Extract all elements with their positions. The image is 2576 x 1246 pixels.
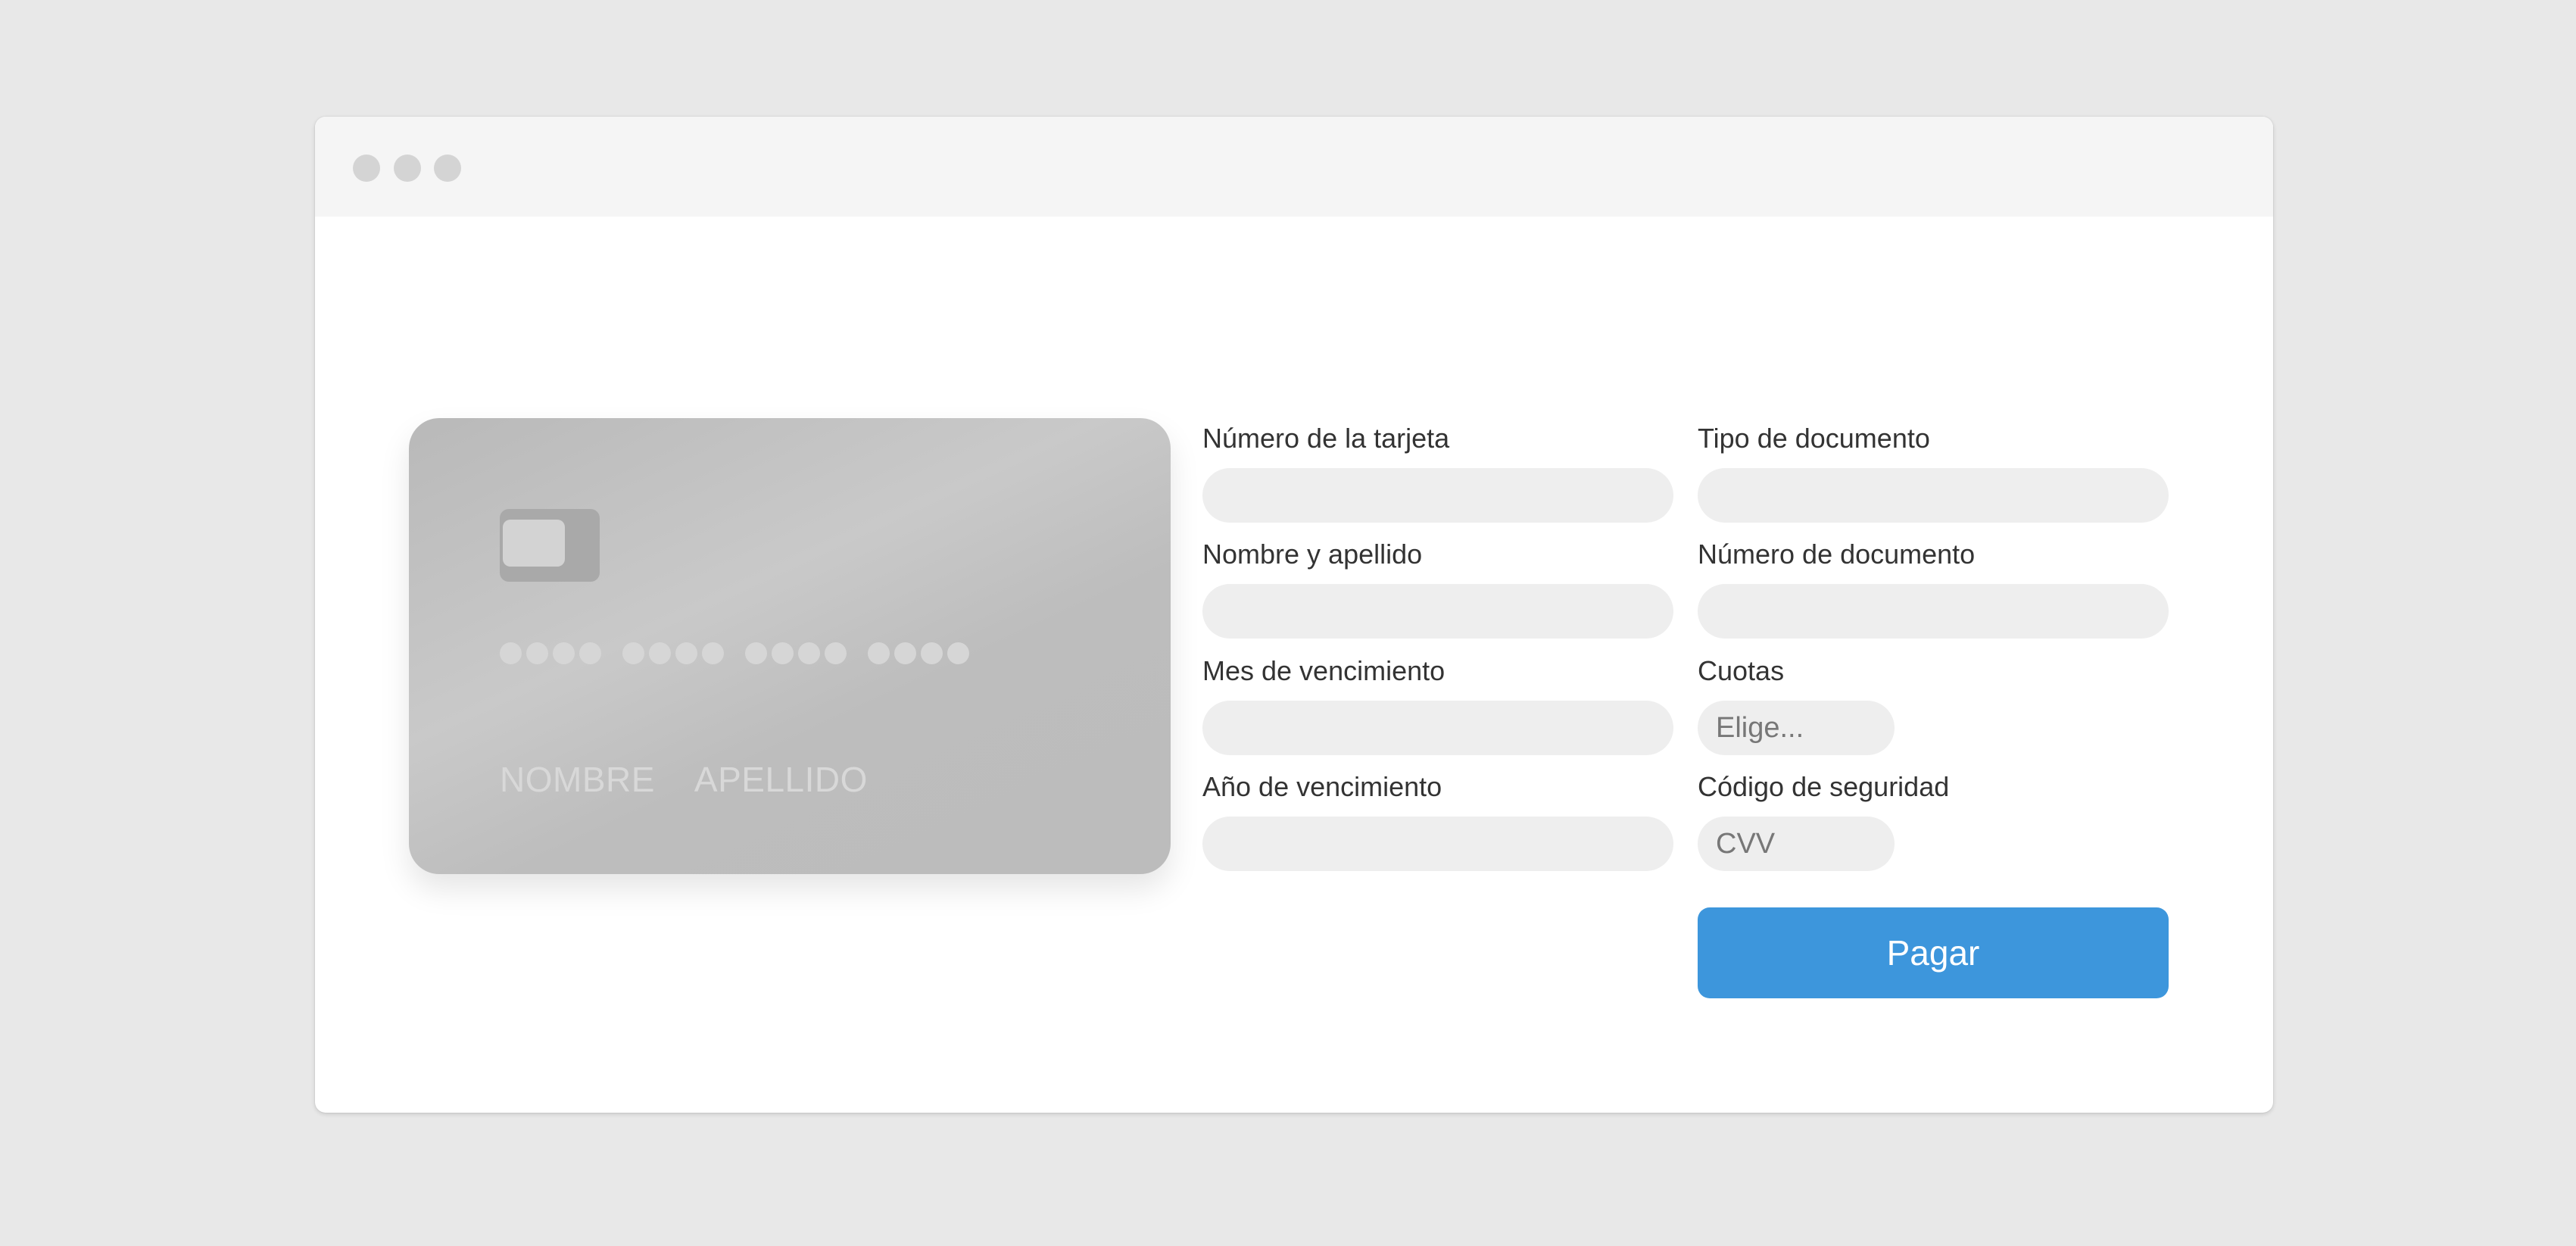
security-code-label: Código de seguridad (1698, 771, 1950, 802)
masked-digit (825, 642, 847, 664)
card-number-input[interactable] (1202, 468, 1673, 523)
masked-digit (745, 642, 767, 664)
card-holder-last-name: APELLIDO (694, 760, 868, 799)
document-number-input[interactable] (1698, 584, 2169, 639)
masked-digit (675, 642, 697, 664)
card-number-group-4 (868, 642, 969, 664)
window-control-dot-1[interactable] (353, 155, 380, 182)
security-code-input[interactable] (1698, 817, 1895, 871)
masked-digit (868, 642, 890, 664)
installments-label: Cuotas (1698, 655, 1785, 686)
card-holder-name: NOMBRE APELLIDO (500, 759, 868, 800)
masked-digit (526, 642, 548, 664)
masked-digit (798, 642, 820, 664)
credit-card-preview: NOMBRE APELLIDO (409, 418, 1171, 874)
document-type-input[interactable] (1698, 468, 2169, 523)
installments-select[interactable]: Elige... (1698, 701, 1895, 755)
pay-button[interactable]: Pagar (1698, 907, 2169, 998)
installments-placeholder: Elige... (1716, 711, 1804, 744)
masked-digit (702, 642, 724, 664)
expiry-year-label: Año de vencimiento (1202, 771, 1442, 802)
browser-window: NOMBRE APELLIDO Número de la tarjeta Nom… (315, 117, 2273, 1113)
window-control-dot-2[interactable] (394, 155, 421, 182)
full-name-input[interactable] (1202, 584, 1673, 639)
card-holder-first-name: NOMBRE (500, 760, 655, 799)
full-name-label: Nombre y apellido (1202, 539, 1423, 570)
card-number-group-1 (500, 642, 601, 664)
masked-digit (579, 642, 601, 664)
masked-digit (553, 642, 575, 664)
masked-digit (947, 642, 969, 664)
masked-digit (772, 642, 794, 664)
masked-digit (500, 642, 522, 664)
card-chip-contact (503, 520, 565, 567)
window-titlebar (315, 117, 2273, 217)
card-number-group-3 (745, 642, 847, 664)
masked-digit (649, 642, 671, 664)
card-number-mask (500, 642, 969, 664)
card-number-label: Número de la tarjeta (1202, 423, 1450, 454)
expiry-year-input[interactable] (1202, 817, 1673, 871)
masked-digit (622, 642, 644, 664)
document-number-label: Número de documento (1698, 539, 1976, 570)
masked-digit (921, 642, 943, 664)
card-number-group-2 (622, 642, 724, 664)
masked-digit (894, 642, 916, 664)
card-chip-icon (500, 509, 600, 582)
document-type-label: Tipo de documento (1698, 423, 1930, 454)
window-control-dot-3[interactable] (434, 155, 461, 182)
expiry-month-input[interactable] (1202, 701, 1673, 755)
expiry-month-label: Mes de vencimiento (1202, 655, 1445, 686)
